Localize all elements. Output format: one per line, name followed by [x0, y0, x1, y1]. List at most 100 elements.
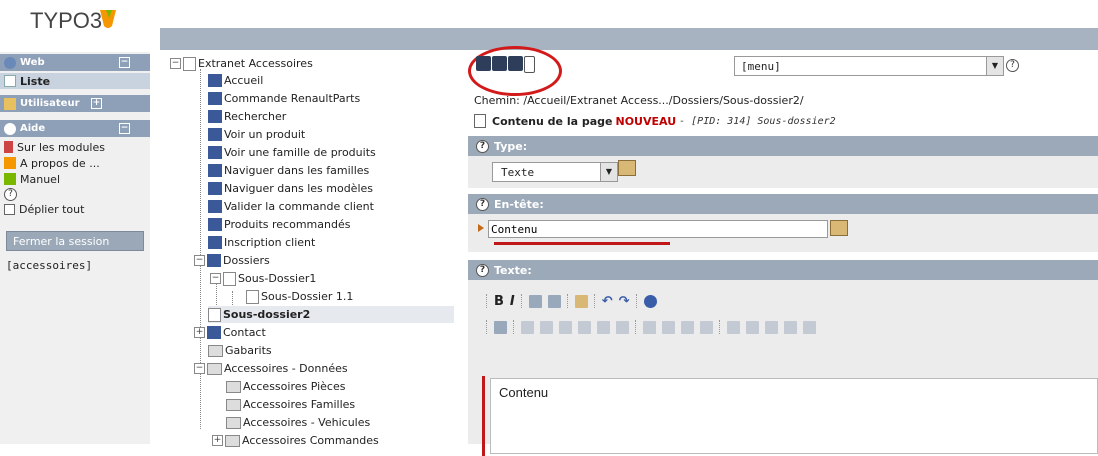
collapse-icon[interactable]: −	[119, 123, 130, 134]
module-item-liste[interactable]: Liste	[0, 73, 150, 89]
logout-button[interactable]: Fermer la session	[6, 231, 144, 251]
wizard-icon[interactable]	[618, 160, 636, 176]
page-icon	[208, 92, 222, 105]
header-input[interactable]	[488, 220, 828, 238]
module-item-manuel[interactable]: Manuel	[0, 171, 150, 187]
tree-label: Inscription client	[224, 236, 316, 249]
collapse-icon[interactable]: −	[170, 58, 181, 69]
row-delete-icon[interactable]	[597, 320, 610, 334]
book-icon	[4, 141, 13, 153]
cell-insert-after-icon[interactable]	[765, 320, 778, 334]
close-icon[interactable]	[524, 56, 535, 73]
tree-item-contact[interactable]: + Contact	[194, 324, 266, 341]
help-icon[interactable]: ?	[476, 197, 489, 211]
expand-icon[interactable]: +	[194, 327, 205, 338]
tree-item-acc-familles[interactable]: Accessoires Familles	[226, 396, 355, 413]
document-icon	[474, 114, 486, 128]
cell-delete-icon[interactable]	[784, 320, 797, 334]
tree-item-acc-pieces[interactable]: Accessoires Pièces	[226, 378, 345, 395]
checkbox[interactable]	[4, 203, 15, 215]
expand-all[interactable]: Déplier tout	[0, 201, 150, 217]
tree-label: Dossiers	[223, 254, 270, 267]
wizard-icon[interactable]	[830, 220, 848, 236]
save-view-icon[interactable]	[492, 56, 507, 71]
row-split-icon[interactable]	[616, 320, 629, 334]
module-group-web[interactable]: Web −	[0, 54, 150, 71]
tree-root[interactable]: − Extranet Accessoires	[170, 55, 313, 72]
tree-item-dossiers[interactable]: − Dossiers	[194, 252, 270, 269]
link-icon[interactable]	[528, 294, 542, 308]
tree-item-naviguer-modeles[interactable]: Naviguer dans les modèles	[208, 180, 373, 197]
col-insert-after-icon[interactable]	[681, 320, 694, 334]
module-item-label: A propos de ...	[20, 156, 100, 170]
row-insert-after-icon[interactable]	[578, 320, 591, 334]
tree-item-accueil[interactable]: Accueil	[208, 72, 263, 89]
table-prop-icon[interactable]	[521, 320, 534, 334]
section-text-body: B I ↶ ↷ Contenu	[468, 280, 1098, 456]
col-prop-icon[interactable]	[643, 320, 656, 334]
save-icon[interactable]	[476, 56, 491, 71]
collapse-icon[interactable]: −	[210, 273, 221, 284]
row-insert-before-icon[interactable]	[559, 320, 572, 334]
tree-label: Accessoires Pièces	[243, 380, 346, 393]
page-icon	[208, 218, 222, 231]
tree-item-acc-commandes[interactable]: + Accessoires Commandes	[212, 432, 379, 449]
tree-item-sous-dossier2[interactable]: Sous-dossier2	[208, 306, 454, 323]
collapse-icon[interactable]: −	[119, 57, 130, 68]
tree-item-naviguer-familles[interactable]: Naviguer dans les familles	[208, 162, 369, 179]
tree-item-gabarits[interactable]: Gabarits	[208, 342, 272, 359]
italic-icon[interactable]: I	[510, 294, 515, 309]
redo-icon[interactable]: ↷	[619, 294, 630, 309]
collapse-icon[interactable]: −	[194, 255, 205, 266]
module-group-aide[interactable]: Aide −	[0, 120, 150, 137]
menu-select[interactable]: [menu] ▼	[734, 56, 1004, 76]
about-icon[interactable]	[643, 294, 657, 308]
expand-icon[interactable]: +	[91, 98, 102, 109]
help-icon[interactable]: ?	[476, 263, 489, 277]
table-insert-icon[interactable]	[494, 320, 507, 334]
type-select[interactable]: Texte ▼	[492, 162, 618, 182]
cell-prop-icon[interactable]	[727, 320, 740, 334]
page-icon	[208, 128, 222, 141]
row-prop-icon[interactable]	[540, 320, 553, 334]
chevron-down-icon[interactable]: ▼	[986, 57, 1003, 75]
tree-label: Extranet Accessoires	[198, 57, 313, 70]
cell-insert-before-icon[interactable]	[746, 320, 759, 334]
help-question-icon-row: ?	[0, 187, 150, 201]
tree-item-accessoires-donnees[interactable]: − Accessoires - Données	[194, 360, 348, 377]
module-group-utilisateur[interactable]: Utilisateur +	[0, 95, 150, 112]
cell-merge-icon[interactable]	[803, 320, 816, 334]
chevron-down-icon[interactable]: ▼	[600, 163, 617, 181]
separator	[520, 294, 523, 308]
col-insert-before-icon[interactable]	[662, 320, 675, 334]
table-icon[interactable]	[547, 294, 561, 308]
new-badge: NOUVEAU	[615, 114, 677, 128]
tree-item-sous-dossier1[interactable]: − Sous-Dossier1	[210, 270, 316, 287]
bold-icon[interactable]: B	[494, 294, 504, 309]
tree-label: Naviguer dans les modèles	[224, 182, 373, 195]
module-item-sur-les-modules[interactable]: Sur les modules	[0, 139, 150, 155]
tree-item-commande[interactable]: Commande RenaultParts	[208, 90, 360, 107]
tree-item-voir-produit[interactable]: Voir un produit	[208, 126, 305, 143]
tree-item-rechercher[interactable]: Rechercher	[208, 108, 286, 125]
help-icon[interactable]: ?	[476, 139, 489, 153]
module-item-a-propos[interactable]: A propos de ...	[0, 155, 150, 171]
save-close-icon[interactable]	[508, 56, 523, 71]
tree-item-acc-vehicules[interactable]: Accessoires - Vehicules	[226, 414, 370, 431]
tree-item-valider[interactable]: Valider la commande client	[208, 198, 374, 215]
undo-icon[interactable]: ↶	[602, 294, 613, 309]
tree-item-produits-recommandes[interactable]: Produits recommandés	[208, 216, 350, 233]
collapse-icon[interactable]: −	[194, 363, 205, 374]
tree-item-voir-famille[interactable]: Voir une famille de produits	[208, 144, 376, 161]
tree-label: Contact	[223, 326, 266, 339]
rte-text-area[interactable]: Contenu	[490, 378, 1098, 454]
tree-item-sous-dossier-1-1[interactable]: Sous-Dossier 1.1	[246, 288, 353, 305]
expand-icon[interactable]: +	[212, 435, 223, 446]
col-delete-icon[interactable]	[700, 320, 713, 334]
red-underline-annotation	[494, 242, 670, 245]
help-icon[interactable]: ?	[4, 187, 17, 201]
text-color-icon[interactable]	[574, 294, 588, 308]
help-icon[interactable]: ?	[1006, 59, 1019, 72]
tree-label: Voir une famille de produits	[224, 146, 376, 159]
tree-item-inscription[interactable]: Inscription client	[208, 234, 315, 251]
